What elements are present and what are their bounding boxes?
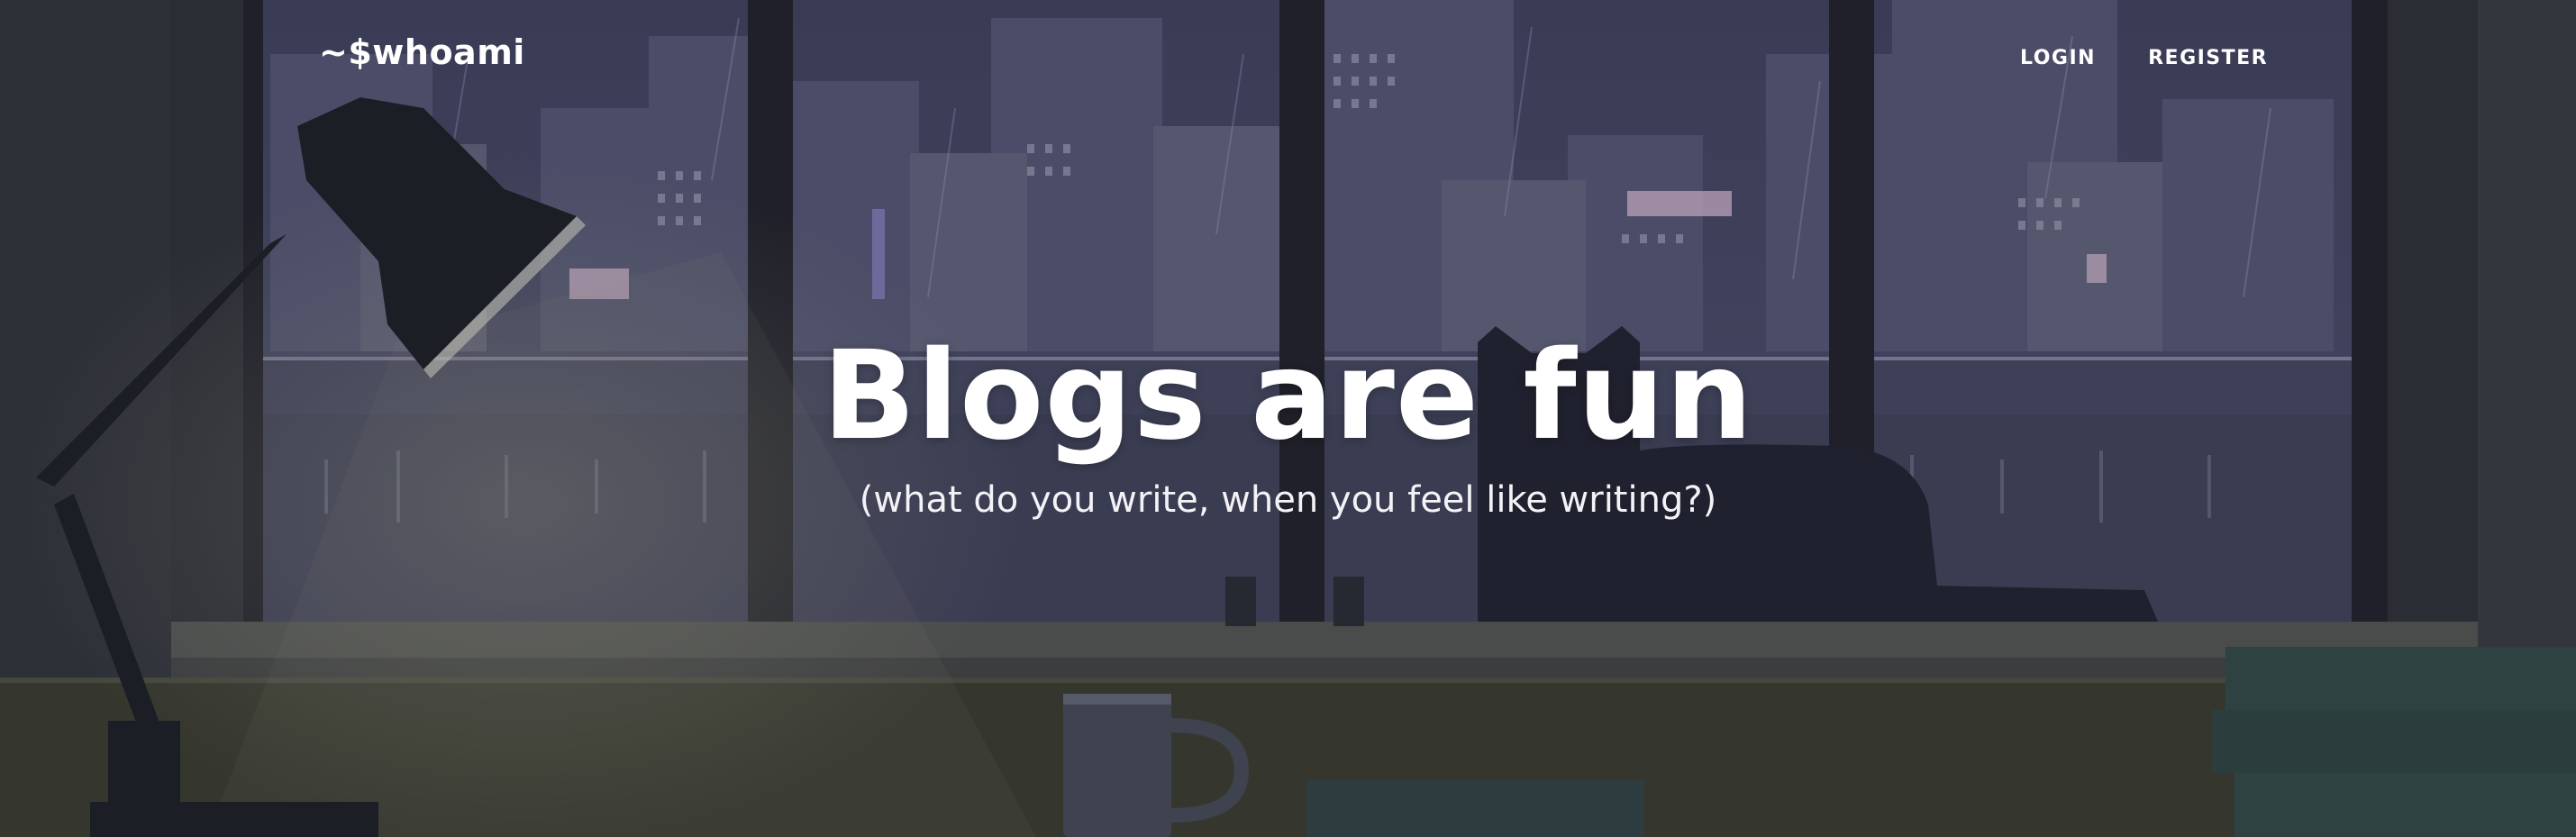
login-link[interactable]: LOGIN (2020, 47, 2096, 69)
hero-title: Blogs are fun (822, 325, 1754, 468)
register-link[interactable]: REGISTER (2148, 47, 2268, 69)
hero-heading-group: Blogs are fun (what do you write, when y… (0, 324, 2576, 523)
brand-logo-link[interactable]: ~$whoami (319, 32, 525, 72)
hero-section: ~$whoami LOGIN REGISTER Blogs are fun (w… (0, 0, 2576, 837)
nav-links: LOGIN REGISTER (2020, 47, 2268, 69)
navbar: ~$whoami LOGIN REGISTER (0, 0, 2576, 117)
hero-subtitle: (what do you write, when you feel like w… (859, 479, 1717, 521)
